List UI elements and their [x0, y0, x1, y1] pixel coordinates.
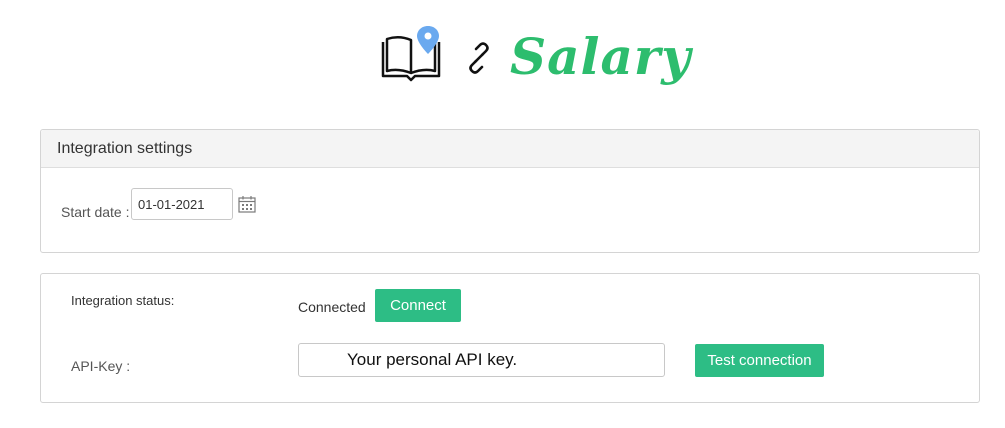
- calendar-icon[interactable]: [238, 195, 256, 213]
- test-connection-button[interactable]: Test connection: [695, 344, 824, 377]
- integration-status-panel: Integration status: Connected Connect AP…: [40, 273, 980, 403]
- chain-link-icon: [469, 42, 489, 74]
- book-map-pin-icon: [381, 26, 441, 82]
- brand-logo-text: Salary: [510, 27, 692, 86]
- api-key-label: API-Key :: [71, 358, 131, 374]
- api-key-input[interactable]: [298, 343, 665, 377]
- brand-header: Salary: [0, 18, 1005, 102]
- start-date-label: Start date :: [61, 204, 130, 220]
- integration-status-label: Integration status:: [71, 293, 175, 308]
- connect-button[interactable]: Connect: [375, 289, 461, 322]
- start-date-input[interactable]: [131, 188, 233, 220]
- panel-title: Integration settings: [41, 130, 979, 168]
- integration-settings-panel: Integration settings Start date :: [40, 129, 980, 253]
- integration-page: Salary Integration settings Start date :…: [0, 0, 1005, 428]
- integration-status-value: Connected: [298, 299, 366, 315]
